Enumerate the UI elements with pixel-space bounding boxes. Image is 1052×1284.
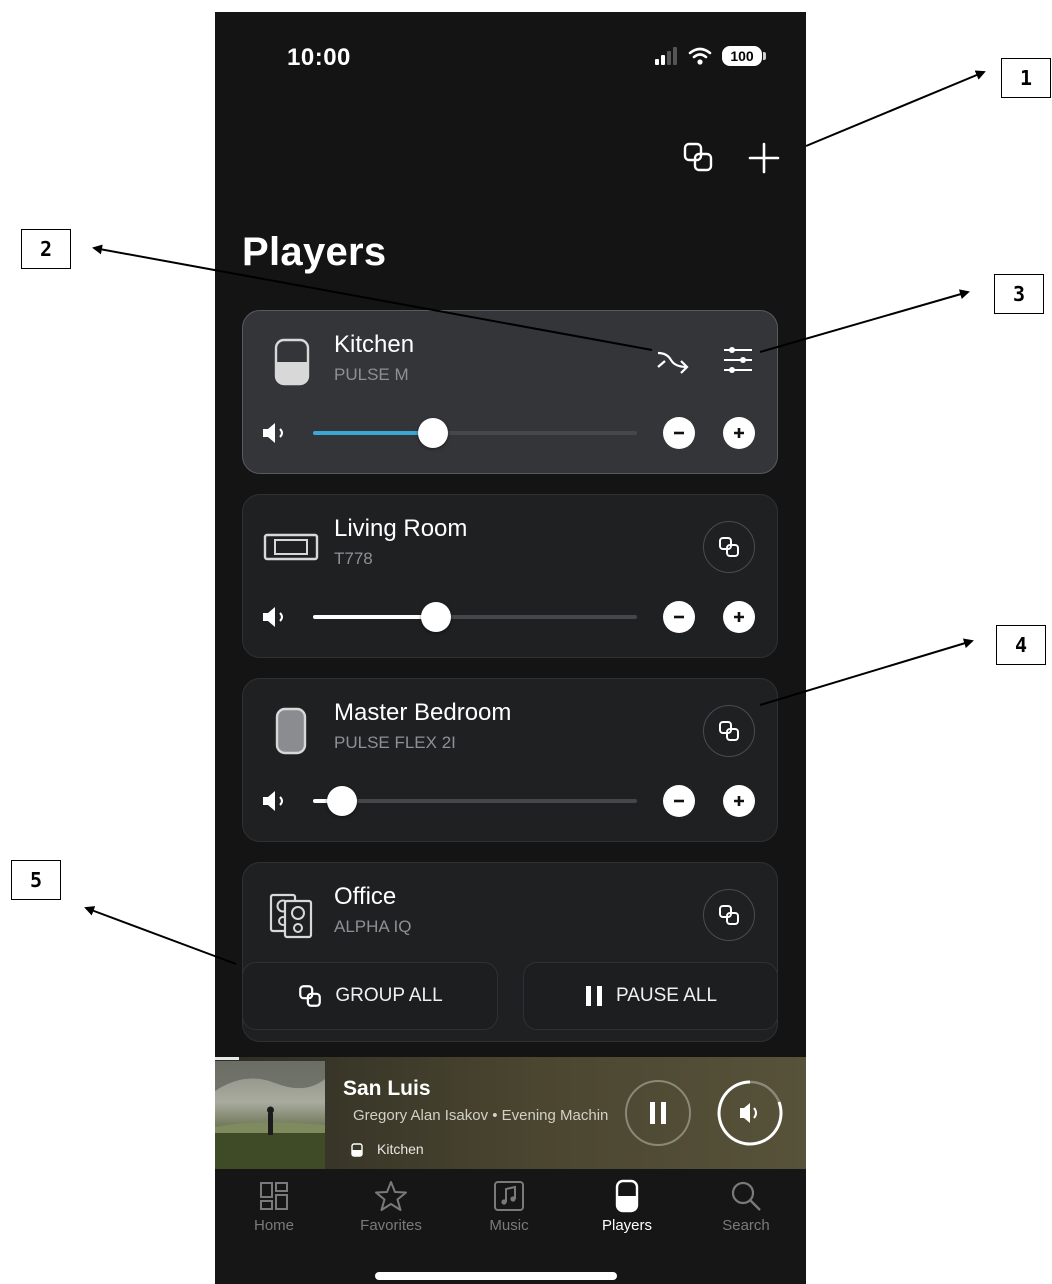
group-icon <box>719 721 739 741</box>
volume-slider[interactable] <box>313 786 637 816</box>
device-model: PULSE FLEX 2I <box>334 733 456 752</box>
pause-all-button[interactable]: PAUSE ALL <box>523 962 778 1030</box>
callout-4: 4 <box>996 625 1046 665</box>
volume-knob[interactable] <box>327 786 358 816</box>
room-name: Master Bedroom <box>334 699 512 726</box>
pause-icon <box>585 986 602 1006</box>
device-model: ALPHA IQ <box>334 917 412 936</box>
group-all-label: GROUP ALL <box>335 985 443 1006</box>
tab-label: Players <box>601 1217 653 1234</box>
callout-5: 5 <box>11 860 61 900</box>
player-card-kitchen[interactable]: Kitchen PULSE M <box>242 310 778 474</box>
album-art-image <box>215 1061 325 1169</box>
volume-speaker-icon <box>263 423 283 443</box>
tab-bar: Home Favorites Music Players Search <box>215 1169 806 1284</box>
volume-knob[interactable] <box>421 602 452 632</box>
page-title: Players <box>242 230 387 274</box>
volume-speaker-icon <box>263 791 283 811</box>
tab-favorites[interactable]: Favorites <box>341 1179 441 1234</box>
volume-knob[interactable] <box>417 418 448 448</box>
pause-all-label: PAUSE ALL <box>615 985 718 1006</box>
volume-up-button[interactable] <box>723 601 755 633</box>
group-icon <box>719 537 739 557</box>
volume-up-button[interactable] <box>723 417 755 449</box>
soundbar-icon <box>263 533 319 561</box>
battery-indicator: 100 <box>722 46 766 66</box>
pulse-m-speaker-icon <box>274 338 310 386</box>
group-rooms-icon[interactable] <box>681 140 717 176</box>
device-model: T778 <box>334 549 373 568</box>
group-button[interactable] <box>703 521 755 573</box>
route-arrow-icon[interactable] <box>655 345 691 375</box>
group-icon <box>299 985 322 1007</box>
volume-row <box>261 415 757 451</box>
home-grid-icon <box>260 1182 288 1210</box>
callout-1-arrow <box>805 70 986 147</box>
volume-down-button[interactable] <box>663 785 695 817</box>
callout-1: 1 <box>1001 58 1051 98</box>
volume-fill <box>313 615 437 619</box>
room-name: Office <box>334 883 397 910</box>
pulse-flex-speaker-icon <box>275 707 307 755</box>
plus-small-icon <box>734 612 744 622</box>
callout-2: 2 <box>21 229 71 269</box>
group-button[interactable] <box>703 705 755 757</box>
group-icon <box>719 905 739 925</box>
volume-down-button[interactable] <box>663 601 695 633</box>
room-name: Living Room <box>334 515 468 542</box>
volume-slider[interactable] <box>313 418 637 448</box>
track-title: San Luis <box>343 1077 431 1100</box>
group-all-button[interactable]: GROUP ALL <box>242 962 498 1030</box>
plus-small-icon <box>734 796 744 806</box>
plus-icon[interactable] <box>746 140 782 176</box>
home-indicator[interactable] <box>375 1272 617 1280</box>
music-note-icon <box>494 1181 524 1211</box>
volume-speaker-icon <box>263 607 283 627</box>
album-art[interactable] <box>215 1061 325 1169</box>
wifi-icon <box>688 47 712 65</box>
room-name: Kitchen <box>334 331 415 358</box>
minus-icon <box>674 431 684 435</box>
plus-small-icon <box>734 428 744 438</box>
play-pause-button[interactable] <box>625 1080 691 1146</box>
callout-3: 3 <box>994 274 1044 314</box>
player-card-living-room[interactable]: Living Room T778 <box>242 494 778 658</box>
now-playing-bar[interactable]: San Luis Gregory Alan Isakov • Evening M… <box>215 1057 806 1169</box>
pause-icon <box>650 1102 666 1124</box>
signal-icon <box>655 47 677 65</box>
group-button[interactable] <box>703 889 755 941</box>
phone-screen: 10:00 100 Players Kitchen PULSE M Living… <box>215 12 806 1284</box>
star-icon <box>375 1181 407 1211</box>
speaker-icon <box>615 1179 639 1213</box>
pulse-m-speaker-icon <box>351 1143 363 1157</box>
tab-label: Search <box>722 1217 770 1234</box>
volume-row <box>261 783 757 819</box>
tab-home[interactable]: Home <box>224 1179 324 1234</box>
minus-icon <box>674 799 684 803</box>
device-model: PULSE M <box>334 365 409 384</box>
volume-slider[interactable] <box>313 602 637 632</box>
tab-music[interactable]: Music <box>459 1179 559 1234</box>
volume-up-button[interactable] <box>723 785 755 817</box>
settings-sliders-icon[interactable] <box>721 343 755 377</box>
volume-fill <box>313 431 433 435</box>
status-indicators: 100 <box>654 46 766 66</box>
player-card-master-bedroom[interactable]: Master Bedroom PULSE FLEX 2I <box>242 678 778 842</box>
track-subtitle: Gregory Alan Isakov • Evening Machin <box>353 1107 609 1124</box>
callout-5-arrow <box>84 906 237 965</box>
volume-button[interactable] <box>717 1080 783 1146</box>
stereo-speakers-icon <box>269 893 313 939</box>
tab-search[interactable]: Search <box>696 1179 796 1234</box>
volume-row <box>261 599 757 635</box>
playback-progress <box>215 1057 239 1060</box>
tab-label: Home <box>253 1217 294 1234</box>
status-time: 10:00 <box>287 44 351 71</box>
minus-icon <box>674 615 684 619</box>
volume-down-button[interactable] <box>663 417 695 449</box>
search-icon <box>731 1181 761 1211</box>
playing-room: Kitchen <box>377 1141 424 1157</box>
tab-players[interactable]: Players <box>577 1179 677 1234</box>
tab-label: Music <box>489 1217 529 1234</box>
tab-label: Favorites <box>360 1217 422 1234</box>
